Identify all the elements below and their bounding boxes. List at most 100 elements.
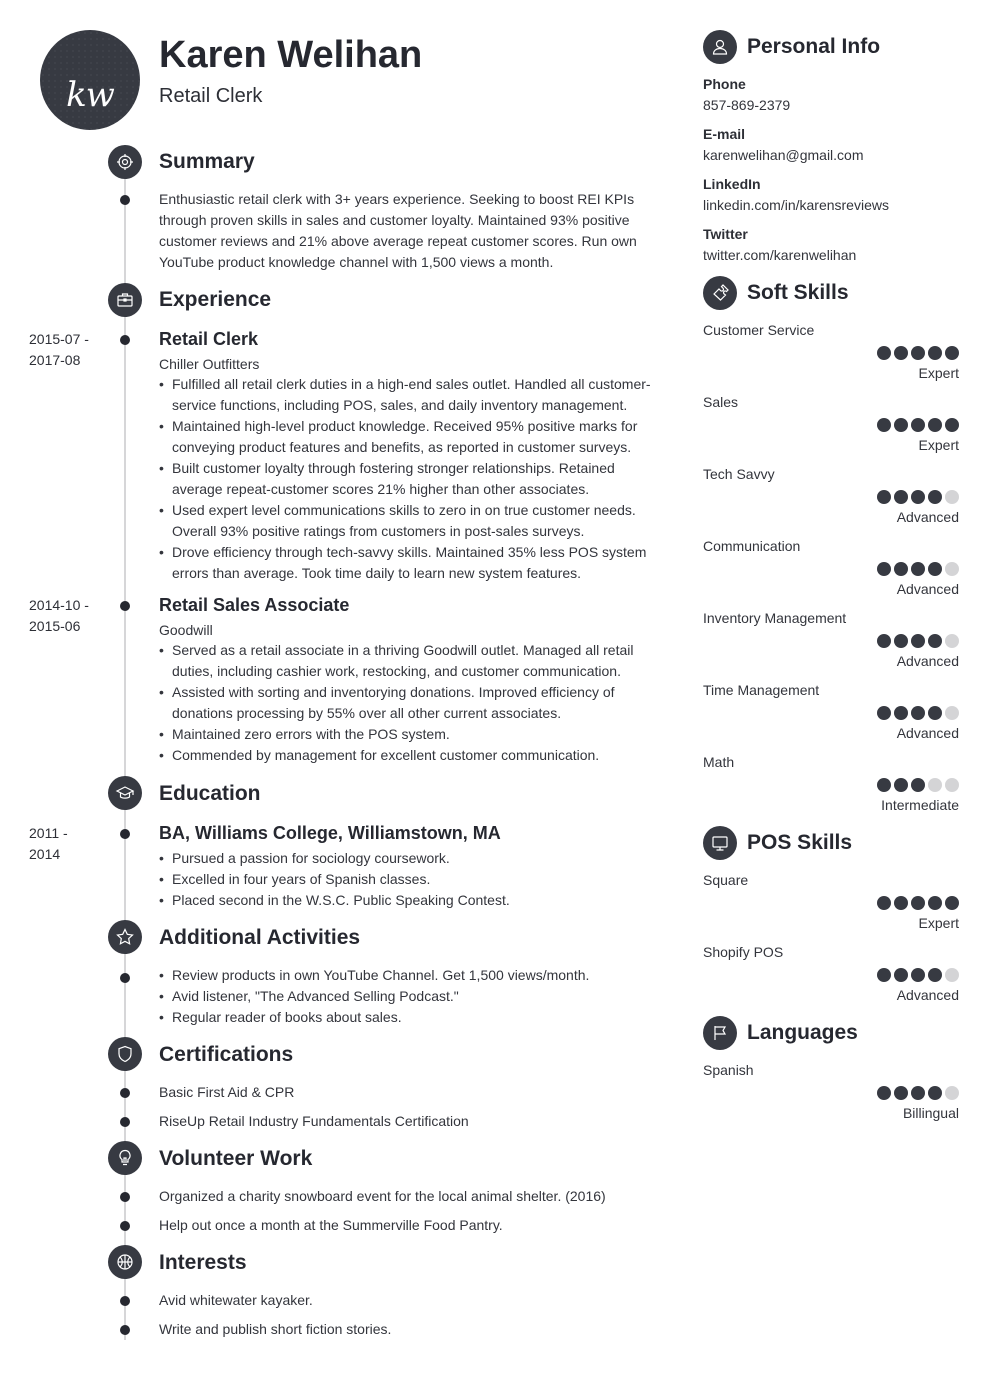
- timeline-dot: [120, 1296, 130, 1306]
- rating-dot-filled: [928, 1086, 942, 1100]
- rating-dot-filled: [911, 490, 925, 504]
- rating-dot-filled: [877, 346, 891, 360]
- date-end: 2017-08: [29, 352, 81, 368]
- job-company: Chiller Outfitters: [159, 356, 260, 372]
- bullet-item: Used expert level communications skills …: [159, 500, 659, 542]
- skill-level: Intermediate: [881, 797, 959, 813]
- timeline-dot: [120, 195, 130, 205]
- skill-rating: [877, 562, 959, 576]
- rating-dot-filled: [945, 896, 959, 910]
- skill-rating: [877, 490, 959, 504]
- interest-item: Write and publish short fiction stories.: [159, 1321, 392, 1337]
- rating-dot-filled: [877, 706, 891, 720]
- rating-dot-filled: [894, 778, 908, 792]
- rating-dot-empty: [945, 706, 959, 720]
- skill-level: Expert: [918, 365, 959, 381]
- timeline-dot: [120, 335, 130, 345]
- rating-dot-empty: [945, 490, 959, 504]
- rating-dot-empty: [945, 968, 959, 982]
- job-company: Goodwill: [159, 622, 213, 638]
- date-start: 2015-07 -: [29, 331, 89, 347]
- rating-dot-filled: [911, 562, 925, 576]
- bullet-item: Assisted with sorting and inventorying d…: [159, 682, 659, 724]
- date-end: 2014: [29, 846, 61, 862]
- rating-dot-filled: [911, 706, 925, 720]
- bullet-item: Maintained zero errors with the POS syst…: [159, 724, 659, 745]
- section-title-interests: Interests: [159, 1251, 247, 1274]
- bullet-item: Regular reader of books about sales.: [159, 1007, 659, 1028]
- twitter-value[interactable]: twitter.com/karenwelihan: [703, 247, 856, 263]
- skill-name: Shopify POS: [703, 944, 784, 960]
- timeline-dot: [120, 1192, 130, 1202]
- certification-item: RiseUp Retail Industry Fundamentals Cert…: [159, 1113, 469, 1129]
- skill-level: Advanced: [896, 725, 959, 741]
- education-date: 2011 - 2014: [29, 823, 68, 865]
- interest-item: Avid whitewater kayaker.: [159, 1292, 313, 1308]
- section-title-certifications: Certifications: [159, 1043, 294, 1066]
- bullet-item: Served as a retail associate in a thrivi…: [159, 640, 659, 682]
- flag-icon: [703, 1016, 737, 1050]
- target-icon: [108, 145, 142, 179]
- degree-title: BA, Williams College, Williamstown, MA: [159, 823, 501, 843]
- timeline-dot: [120, 1221, 130, 1231]
- rating-dot-filled: [928, 346, 942, 360]
- bullet-item: Commended by management for excellent cu…: [159, 745, 659, 766]
- skill-level: Billingual: [902, 1105, 959, 1121]
- section-title-soft-skills: Soft Skills: [747, 281, 849, 304]
- linkedin-label: LinkedIn: [703, 176, 761, 192]
- skill-rating: [877, 418, 959, 432]
- email-value[interactable]: karenwelihan@gmail.com: [703, 147, 864, 163]
- bullet-item: Built customer loyalty through fostering…: [159, 458, 659, 500]
- rating-dot-filled: [877, 418, 891, 432]
- skill-name: Sales: [703, 394, 739, 410]
- rating-dot-filled: [911, 896, 925, 910]
- job-title: Retail Sales Associate: [159, 595, 350, 615]
- avatar-initials: kw: [66, 75, 115, 115]
- job-bullets: Fulfilled all retail clerk duties in a h…: [159, 374, 659, 584]
- rating-dot-filled: [911, 968, 925, 982]
- skill-name: Customer Service: [703, 322, 815, 338]
- shield-icon: [108, 1037, 142, 1071]
- bullet-item: Excelled in four years of Spanish classe…: [159, 869, 659, 890]
- timeline-dot: [120, 601, 130, 611]
- skill-rating: [877, 634, 959, 648]
- rating-dot-filled: [928, 562, 942, 576]
- user-icon: [703, 30, 737, 64]
- skill-rating: [877, 968, 959, 982]
- rating-dot-filled: [945, 346, 959, 360]
- rating-dot-filled: [877, 634, 891, 648]
- skill-level: Advanced: [896, 653, 959, 669]
- date-start: 2011 -: [29, 825, 68, 841]
- linkedin-value[interactable]: linkedin.com/in/karensreviews: [703, 197, 889, 213]
- rating-dot-filled: [911, 346, 925, 360]
- date-start: 2014-10 -: [29, 597, 89, 613]
- bullet-item: Drove efficiency through tech-savvy skil…: [159, 542, 659, 584]
- timeline-dot: [120, 829, 130, 839]
- monitor-icon: [703, 826, 737, 860]
- basketball-icon: [108, 1245, 142, 1279]
- rating-dot-filled: [945, 418, 959, 432]
- rating-dot-filled: [928, 418, 942, 432]
- skill-name: Square: [703, 872, 749, 888]
- summary-text: Enthusiastic retail clerk with 3+ years …: [159, 191, 637, 270]
- candidate-name: Karen Welihan: [159, 34, 423, 76]
- skill-level: Expert: [918, 437, 959, 453]
- skill-level: Expert: [918, 915, 959, 931]
- rating-dot-filled: [911, 418, 925, 432]
- skill-rating: [877, 778, 959, 792]
- skill-rating: [877, 706, 959, 720]
- avatar: kw: [40, 30, 140, 130]
- rating-dot-filled: [928, 968, 942, 982]
- bullet-item: Review products in own YouTube Channel. …: [159, 965, 659, 986]
- rating-dot-filled: [877, 896, 891, 910]
- rating-dot-filled: [894, 968, 908, 982]
- section-title-personal-info: Personal Info: [747, 35, 881, 58]
- skill-name: Time Management: [703, 682, 820, 698]
- bullet-item: Fulfilled all retail clerk duties in a h…: [159, 374, 659, 416]
- volunteer-item: Help out once a month at the Summerville…: [159, 1217, 503, 1233]
- skill-name: Math: [703, 754, 735, 770]
- graduation-cap-icon: [108, 776, 142, 810]
- rating-dot-filled: [894, 490, 908, 504]
- skill-level: Advanced: [896, 509, 959, 525]
- job-date: 2014-10 - 2015-06: [29, 595, 89, 637]
